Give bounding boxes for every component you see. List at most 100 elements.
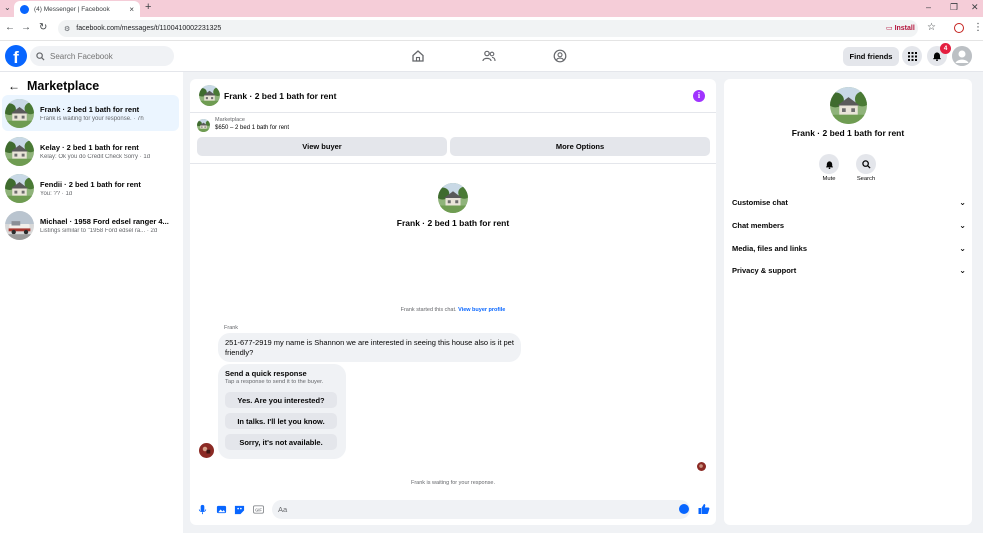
search-icon — [36, 51, 45, 61]
view-buyer-button[interactable]: View buyer — [197, 137, 447, 156]
conversation-preview: You: ?? · 1d — [40, 190, 73, 197]
quick-response-button[interactable]: Yes. Are you interested? — [225, 392, 337, 408]
facebook-search[interactable] — [30, 46, 174, 66]
url-text: facebook.com/messages/t/1100410002231325 — [76, 25, 222, 32]
section-label: Chat members — [732, 221, 785, 230]
new-tab-icon[interactable]: + — [145, 1, 151, 13]
waiting-note: Frank is waiting for your response. — [410, 480, 496, 486]
search-conversation-button[interactable] — [856, 154, 876, 174]
home-icon[interactable] — [411, 49, 425, 63]
photo-icon[interactable] — [216, 504, 227, 515]
marketplace-label: Marketplace — [215, 117, 245, 123]
quick-response-card: Send a quick response Tap a response to … — [218, 364, 346, 459]
chat-header: Frank · 2 bed 1 bath for rent i — [190, 79, 716, 113]
chevron-down-icon: ⌄ — [959, 198, 966, 207]
url-field[interactable]: ⚙ facebook.com/messages/t/11004100022313… — [58, 20, 918, 37]
conversation-preview: Frank is waiting for your response. · 7h — [40, 115, 144, 122]
gif-icon[interactable]: GIF — [253, 504, 264, 515]
conversation-name: Fendii · 2 bed 1 bath for rent — [40, 179, 141, 189]
conversation-name: Michael · 1958 Ford edsel ranger 4... — [40, 216, 169, 226]
back-icon[interactable]: ← — [5, 22, 15, 33]
conversation-item[interactable]: Michael · 1958 Ford edsel ranger 4... Li… — [2, 207, 179, 243]
sender-avatar[interactable] — [199, 443, 214, 458]
listing-mini-thumbnail — [197, 119, 210, 132]
tab-search-icon[interactable]: ⌄ — [4, 3, 11, 12]
chevron-down-icon: ⌄ — [959, 244, 966, 253]
chat-panel: Frank · 2 bed 1 bath for rent i Marketpl… — [190, 79, 716, 525]
view-buyer-profile-link[interactable]: View buyer profile — [458, 307, 505, 313]
site-info-icon[interactable]: ⚙ — [64, 25, 70, 33]
chat-details-panel: Frank · 2 bed 1 bath for rent Mute Searc… — [724, 79, 972, 525]
seen-indicator-avatar — [697, 462, 706, 471]
conversation-preview: Kelay: Ok you do Credit Check Sorry · 1d — [40, 153, 151, 160]
address-bar: ← → ↻ ⚙ facebook.com/messages/t/11004100… — [0, 17, 983, 41]
bell-icon — [825, 160, 833, 169]
chat-members-section[interactable]: Chat members ⌄ — [732, 221, 966, 230]
window-close-icon[interactable]: ✕ — [971, 2, 979, 13]
conversation-item[interactable]: Kelay · 2 bed 1 bath for rent Kelay: Ok … — [2, 133, 179, 169]
account-button[interactable] — [952, 46, 972, 66]
quick-response-button[interactable]: In talks. I'll let you know. — [225, 413, 337, 429]
conversation-item[interactable]: Frank · 2 bed 1 bath for rent Frank is w… — [2, 95, 179, 131]
tab-close-icon[interactable]: × — [129, 5, 134, 14]
chevron-down-icon: ⌄ — [959, 221, 966, 230]
search-input[interactable] — [50, 51, 160, 61]
conversation-list-panel: ← Marketplace Frank · 2 bed 1 bath for r… — [0, 72, 183, 533]
forward-icon[interactable]: → — [21, 22, 31, 33]
marketplace-header: ← Marketplace — [8, 79, 99, 93]
listing-thumbnail — [5, 210, 34, 240]
friends-icon[interactable] — [482, 49, 496, 63]
restore-icon[interactable]: ❐ — [950, 2, 958, 13]
customise-chat-section[interactable]: Customise chat ⌄ — [732, 198, 966, 207]
emoji-icon[interactable] — [679, 504, 689, 514]
grid-icon — [907, 51, 917, 61]
quick-response-button[interactable]: Sorry, it's not available. — [225, 434, 337, 450]
search-icon — [861, 159, 871, 169]
reload-icon[interactable]: ↻ — [39, 22, 47, 33]
conversation-preview: Listings similar to "1958 Ford edsel ra.… — [40, 227, 158, 234]
conversation-name: Frank · 2 bed 1 bath for rent — [40, 104, 140, 114]
listing-thumbnail — [5, 98, 34, 128]
thumbs-up-icon[interactable] — [698, 503, 710, 515]
profile-icon[interactable] — [553, 49, 567, 63]
facebook-favicon-icon — [20, 4, 29, 14]
listing-thumbnail — [5, 136, 34, 166]
back-arrow-icon[interactable]: ← — [8, 79, 20, 93]
chat-title[interactable]: Frank · 2 bed 1 bath for rent — [224, 91, 336, 101]
chat-avatar[interactable] — [199, 85, 220, 106]
chat-started-note: Frank started this chat. View buyer prof… — [190, 307, 716, 313]
browser-tab[interactable]: (4) Messenger | Facebook × — [14, 1, 140, 17]
buyer-avatar — [438, 183, 468, 213]
facebook-header: f Find friends — [0, 41, 983, 72]
account-avatar-icon — [952, 46, 972, 66]
browser-tab-bar: ⌄ (4) Messenger | Facebook × + – ❐ ✕ — [0, 0, 983, 17]
sticker-icon[interactable] — [234, 504, 245, 515]
privacy-support-section[interactable]: Privacy & support ⌄ — [732, 266, 966, 275]
minimize-icon[interactable]: – — [926, 2, 931, 12]
panel-title: Marketplace — [27, 79, 100, 93]
browser-profile-icon[interactable] — [954, 23, 964, 33]
more-options-button[interactable]: More Options — [450, 137, 710, 156]
find-friends-button[interactable]: Find friends — [843, 47, 899, 66]
listing-title[interactable]: $650 – 2 bed 1 bath for rent — [215, 125, 289, 131]
chevron-down-icon: ⌄ — [959, 266, 966, 275]
message-input[interactable]: Aa — [272, 500, 690, 519]
conversation-item[interactable]: Fendii · 2 bed 1 bath for rent You: ?? ·… — [2, 170, 179, 206]
mute-button[interactable] — [819, 154, 839, 174]
microphone-icon[interactable] — [197, 504, 208, 515]
message-bubble[interactable]: 251-677-2919 my name is Shannon we are i… — [218, 333, 521, 362]
info-icon[interactable]: i — [693, 90, 705, 102]
started-text: Frank started this chat. — [400, 307, 457, 313]
install-button[interactable]: ▭ Install — [886, 24, 915, 32]
install-label: Install — [894, 25, 915, 32]
quick-response-title: Send a quick response — [225, 369, 307, 378]
browser-menu-icon[interactable]: ⋮ — [973, 22, 983, 33]
chat-center-title: Frank · 2 bed 1 bath for rent — [396, 218, 510, 228]
facebook-logo-icon[interactable]: f — [5, 45, 27, 67]
details-avatar — [830, 87, 867, 124]
section-label: Customise chat — [732, 198, 788, 207]
media-files-links-section[interactable]: Media, files and links ⌄ — [732, 244, 966, 253]
menu-grid-button[interactable] — [902, 46, 922, 66]
bookmark-star-icon[interactable]: ☆ — [927, 22, 936, 33]
listing-thumbnail — [5, 173, 34, 203]
